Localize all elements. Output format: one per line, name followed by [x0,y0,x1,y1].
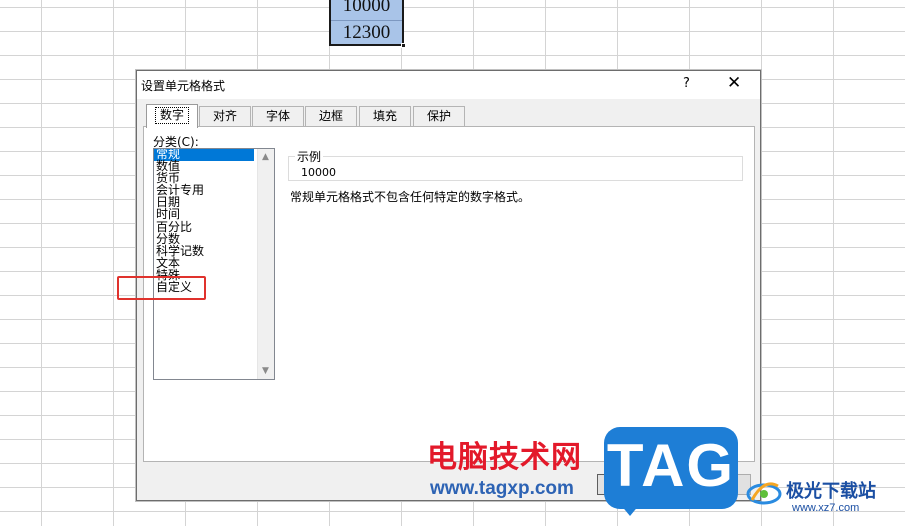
dialog-titlebar: 设置单元格格式 ? ✕ [137,71,760,99]
tab-label: 数字 [154,107,189,124]
watermark-title: 电脑技术网 [427,440,582,475]
fill-handle[interactable] [401,43,406,48]
tab-border[interactable]: 边框 [305,106,357,127]
tab-alignment[interactable]: 对齐 [199,106,251,127]
number-tab-panel: 分类(C): 常规 数值 货币 会计专用 日期 时间 百分比 分数 科学记数 文… [143,126,755,462]
scroll-up-icon[interactable]: ▲ [262,152,269,162]
help-button[interactable]: ? [683,76,690,91]
watermark-tag-tail [620,504,640,516]
watermark-site-name: 极光下载站 [786,481,876,502]
tab-font[interactable]: 字体 [252,106,304,127]
tab-number[interactable]: 数字 [146,104,198,128]
watermark-tag-logo: TAG [604,427,738,509]
close-button[interactable]: ✕ [727,73,741,93]
tab-label: 字体 [265,109,290,123]
annotation-highlight-box [117,276,206,300]
tab-label: 边框 [318,109,343,123]
sample-label: 示例 [295,148,324,165]
tab-label: 对齐 [212,109,237,123]
category-list[interactable]: 常规 数值 货币 会计专用 日期 时间 百分比 分数 科学记数 文本 特殊 自定… [153,148,275,380]
dialog-title: 设置单元格格式 [141,79,226,93]
category-scrollbar[interactable]: ▲ ▼ [257,149,274,379]
scroll-down-icon[interactable]: ▼ [262,366,269,376]
cell-value[interactable]: 12300 [331,20,402,44]
format-description: 常规单元格格式不包含任何特定的数字格式。 [290,190,531,204]
tab-protection[interactable]: 保护 [413,106,465,127]
tab-fill[interactable]: 填充 [359,106,411,127]
sample-value: 10000 [301,166,336,179]
sample-box [288,156,743,181]
selected-cell-range[interactable]: 10000 12300 [329,0,406,48]
watermark-site-url: www.xz7.com [792,502,860,514]
site-logo-icon [746,482,782,505]
watermark-tag-text: TAG [606,432,736,499]
cell-value[interactable]: 10000 [331,0,402,18]
tab-label: 保护 [426,109,451,123]
tab-label: 填充 [372,109,397,123]
watermark-url: www.tagxp.com [430,478,574,499]
